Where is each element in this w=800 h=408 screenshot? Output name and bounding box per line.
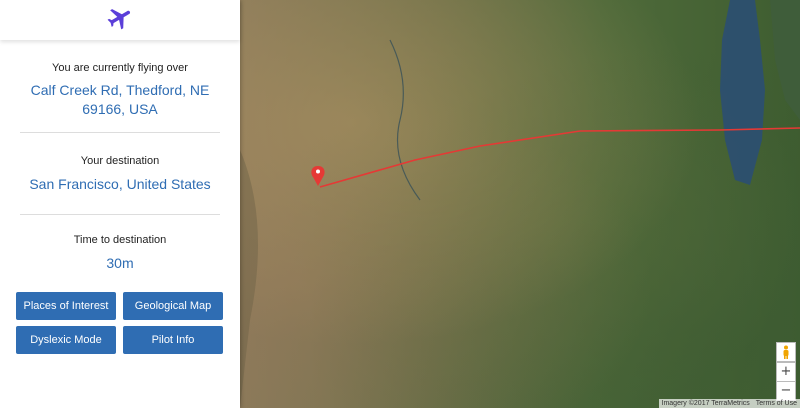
sidebar: You are currently flying over Calf Creek… [0,0,240,408]
zoom-out-button[interactable]: − [776,381,796,401]
time-value: 30m [106,255,134,271]
terms-of-use-link[interactable]: Terms of Use [756,400,797,407]
destination-value: San Francisco, United States [29,176,211,192]
dyslexic-mode-button[interactable]: Dyslexic Mode [16,326,116,354]
current-location-label: You are currently flying over [52,62,188,74]
pilot-info-button[interactable]: Pilot Info [123,326,223,354]
terrain-ridge [240,150,258,408]
logo-bar [0,0,240,40]
lake-michigan [720,0,765,185]
imagery-credit: Imagery ©2017 TerraMetrics [661,400,750,407]
satellite-map[interactable]: + − Imagery ©2017 TerraMetrics Terms of … [240,0,800,408]
geological-map-button[interactable]: Geological Map [123,292,223,320]
zoom-in-button[interactable]: + [776,362,796,382]
places-of-interest-button[interactable]: Places of Interest [16,292,116,320]
map-attribution: Imagery ©2017 TerraMetrics Terms of Use [658,399,800,408]
time-label: Time to destination [73,234,167,246]
map-overlay [240,0,800,408]
map-pin-icon [311,166,325,186]
divider [20,132,220,133]
current-location-value: Calf Creek Rd, Thedford, NE 69166, USA [30,82,210,117]
airplane-icon [106,4,134,37]
river [389,39,421,201]
divider [20,214,220,215]
lake-shore [770,0,800,120]
destination-label: Your destination [80,155,160,167]
pegman-icon[interactable] [776,342,796,362]
